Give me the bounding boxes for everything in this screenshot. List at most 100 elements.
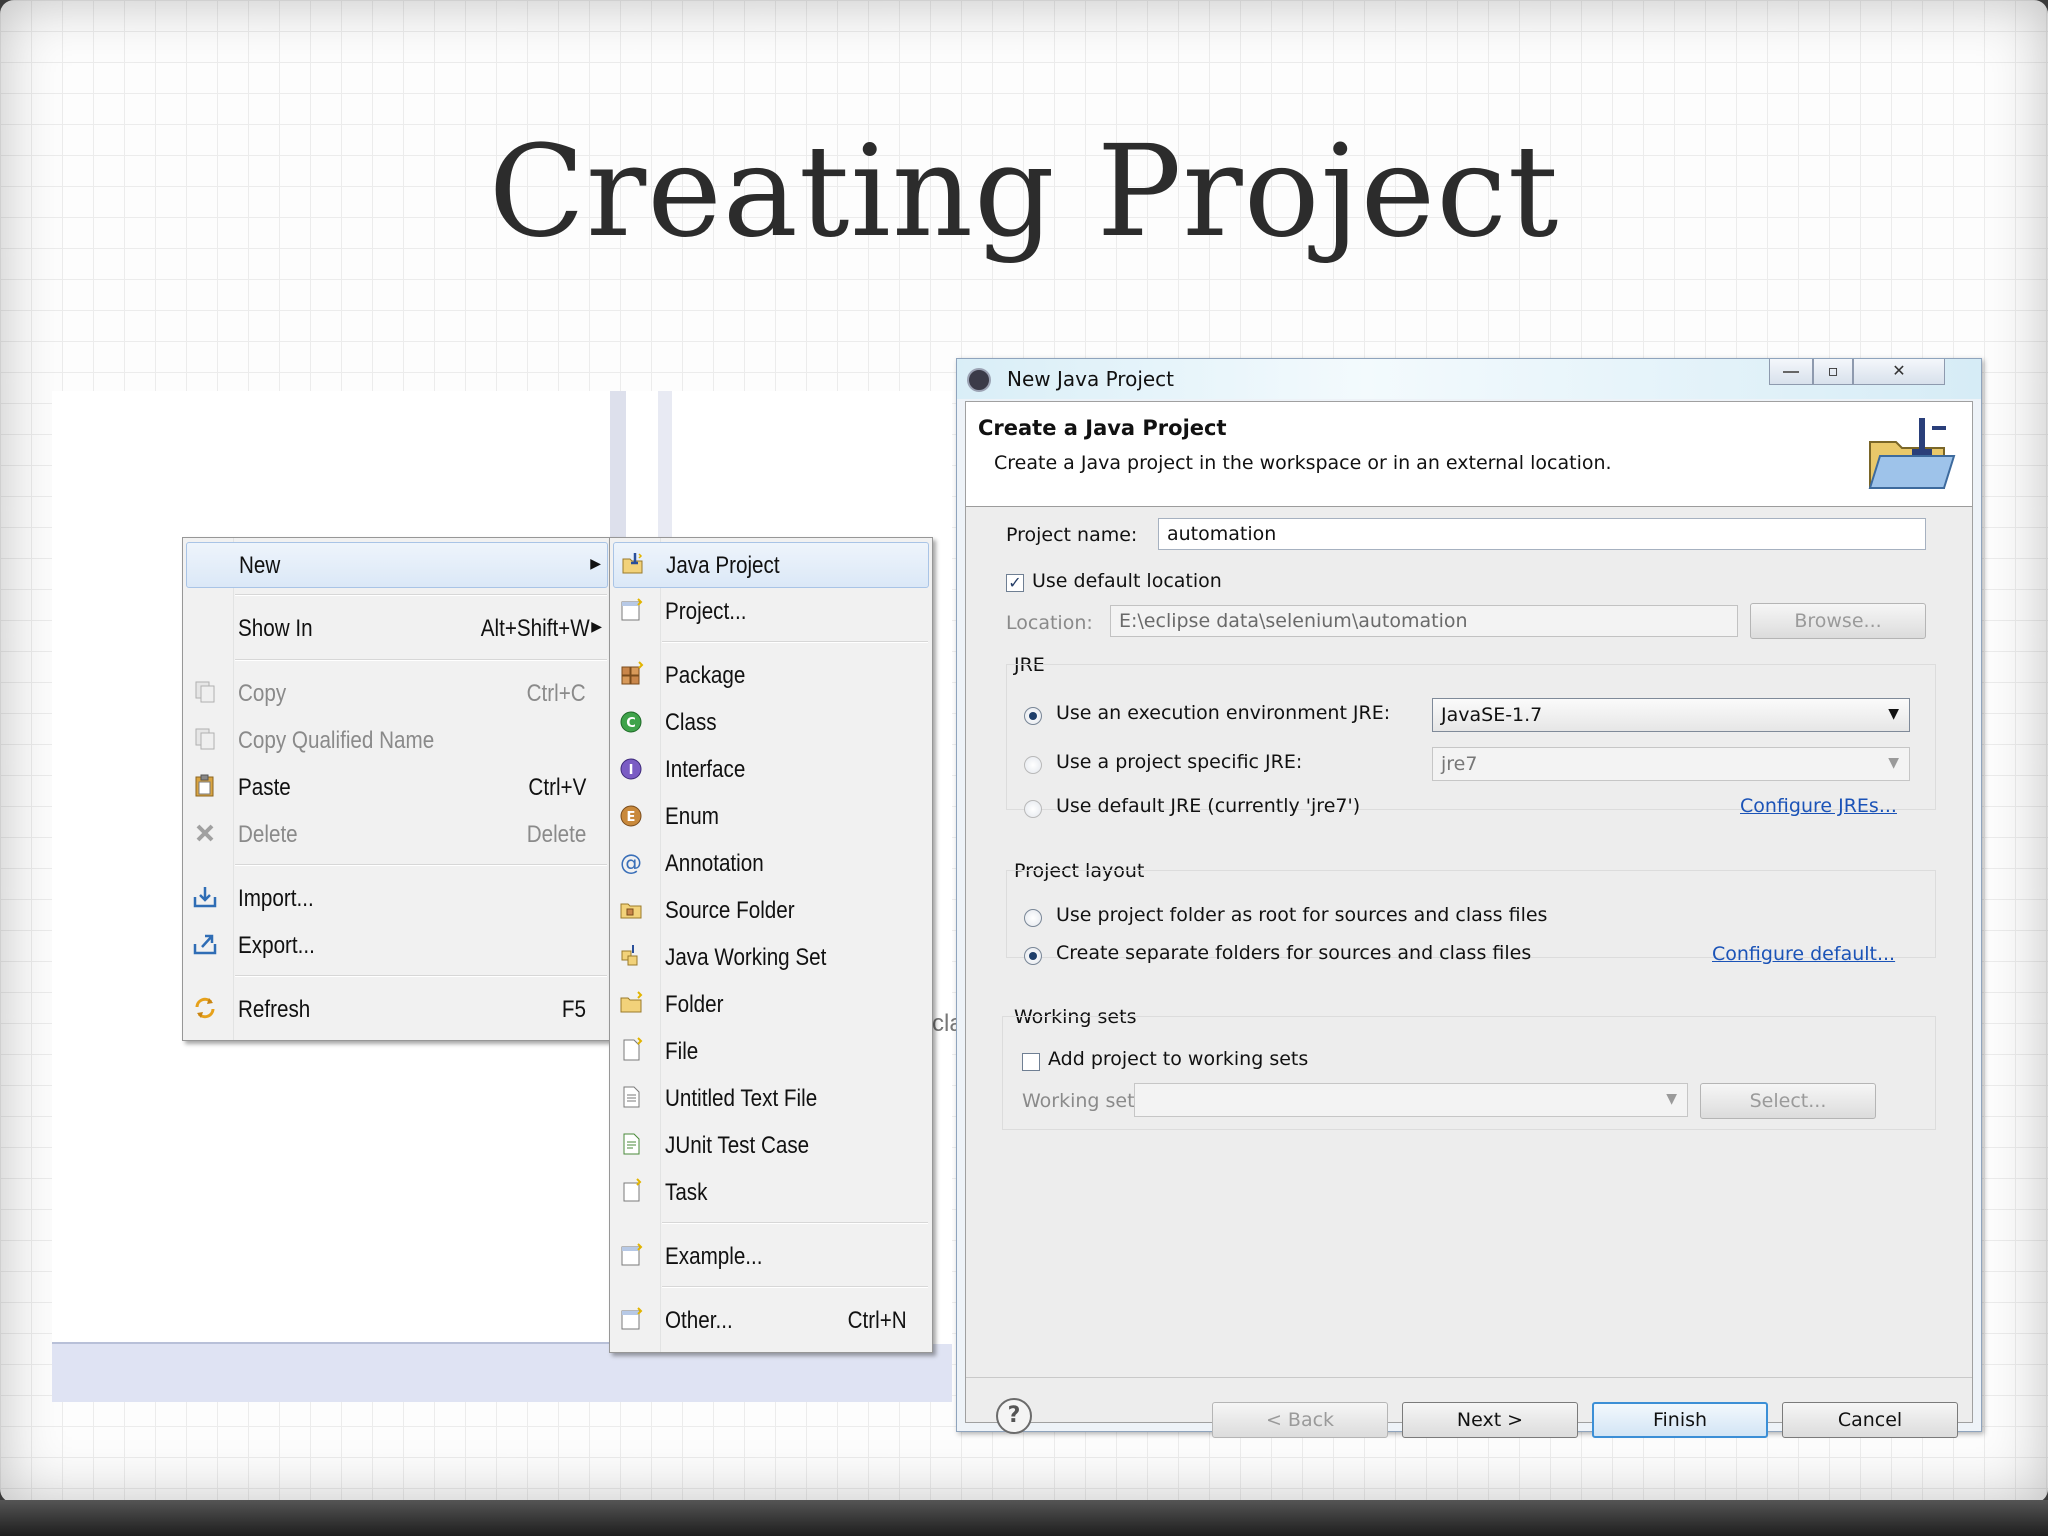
select-working-sets-button[interactable]: Select... (1700, 1083, 1876, 1119)
menu-item-label: JUnit Test Case (665, 1132, 810, 1159)
svg-text:I: I (629, 763, 634, 778)
menu-item-package[interactable]: Package (613, 653, 929, 697)
other-icon (621, 1307, 643, 1330)
menu-separator (235, 975, 607, 977)
jre-default-radio[interactable] (1024, 800, 1042, 818)
menu-item-import[interactable]: Import... (186, 876, 608, 920)
menu-separator (662, 1286, 928, 1288)
back-button[interactable]: < Back (1212, 1402, 1388, 1438)
jre-execution-environment-radio[interactable] (1024, 707, 1042, 725)
add-to-working-sets-label: Add project to working sets (1048, 1048, 1309, 1070)
menu-item-label: Annotation (665, 850, 764, 877)
close-icon: ✕ (1892, 361, 1906, 380)
location-label: Location: (1006, 612, 1093, 634)
menu-item-enum[interactable]: E Enum (613, 794, 929, 838)
menu-item-task[interactable]: Task (613, 1170, 929, 1214)
menu-item-new[interactable]: New ▶ (186, 542, 608, 588)
menu-item-label: Project... (665, 598, 747, 625)
execution-environment-select[interactable]: JavaSE-1.7 ▼ (1432, 698, 1910, 732)
explorer-divider (610, 391, 626, 541)
menu-item-example[interactable]: Example... (613, 1234, 929, 1278)
example-icon (621, 1243, 643, 1266)
svg-text:@: @ (620, 851, 642, 875)
menu-item-file[interactable]: File (613, 1029, 929, 1073)
configure-jres-link[interactable]: Configure JREs... (1740, 795, 1897, 817)
menu-separator (235, 659, 607, 661)
slide-bottom-bar (0, 1500, 2048, 1536)
menu-item-other[interactable]: Other... Ctrl+N (613, 1298, 929, 1342)
menu-item-label: Show In (238, 615, 313, 642)
project-specific-jre-select[interactable]: jre7 ▼ (1432, 747, 1910, 781)
chevron-down-icon: ▼ (1888, 755, 1899, 771)
project-icon (621, 598, 643, 621)
restore-icon: ▫ (1827, 361, 1839, 380)
layout-separate-folders-radio[interactable] (1024, 947, 1042, 965)
menu-item-show-in[interactable]: Show In Alt+Shift+W ▶ (186, 606, 608, 650)
menu-item-copy-qualified-name[interactable]: Copy Qualified Name (186, 718, 608, 762)
menu-item-junit-test-case[interactable]: JUnit Test Case (613, 1123, 929, 1167)
menu-item-label: Task (665, 1179, 708, 1206)
menu-item-source-folder[interactable]: Source Folder (613, 888, 929, 932)
eclipse-icon (967, 368, 991, 392)
menu-item-label: Class (665, 709, 717, 736)
menu-item-annotation[interactable]: @ Annotation (613, 841, 929, 885)
explorer-divider (658, 391, 672, 541)
menu-item-untitled-text-file[interactable]: Untitled Text File (613, 1076, 929, 1120)
untitled-text-file-icon (623, 1086, 640, 1108)
menu-item-project[interactable]: Project... (613, 589, 929, 633)
use-default-location-label: Use default location (1032, 570, 1222, 592)
maximize-button[interactable]: ▫ (1813, 359, 1853, 385)
menu-item-interface[interactable]: I Interface (613, 747, 929, 791)
working-sets-select[interactable]: ▼ (1134, 1083, 1688, 1117)
project-name-field[interactable]: automation (1158, 518, 1926, 550)
menu-item-refresh[interactable]: Refresh F5 (186, 987, 608, 1031)
menu-separator (235, 594, 607, 596)
browse-button[interactable]: Browse... (1750, 603, 1926, 639)
close-button[interactable]: ✕ (1853, 359, 1945, 385)
menu-item-accelerator: Alt+Shift+W (481, 615, 590, 642)
jre-execution-environment-label: Use an execution environment JRE: (1056, 702, 1391, 724)
execution-environment-value: JavaSE-1.7 (1441, 704, 1543, 726)
menu-item-accelerator: Ctrl+V (528, 774, 586, 801)
menu-item-class[interactable]: C Class (613, 700, 929, 744)
layout-separate-folders-label: Create separate folders for sources and … (1056, 942, 1532, 964)
menu-item-java-working-set[interactable]: Java Working Set (613, 935, 929, 979)
dialog-titlebar[interactable]: New Java Project ▫ ✕ (957, 359, 1981, 399)
location-field[interactable]: E:\eclipse data\selenium\automation (1110, 605, 1738, 637)
cancel-button[interactable]: Cancel (1782, 1402, 1958, 1438)
import-icon (193, 887, 217, 908)
use-default-location-checkbox[interactable]: ✓ (1006, 574, 1024, 592)
finish-button[interactable]: Finish (1592, 1402, 1768, 1438)
configure-default-link[interactable]: Configure default... (1712, 943, 1895, 965)
interface-icon: I (620, 758, 642, 780)
menu-item-export[interactable]: Export... (186, 923, 608, 967)
jre-project-specific-label: Use a project specific JRE: (1056, 751, 1303, 773)
menu-item-label: Interface (665, 756, 746, 783)
add-to-working-sets-checkbox[interactable] (1022, 1053, 1040, 1071)
menu-item-label: New (239, 552, 281, 579)
java-project-icon (622, 553, 643, 574)
menu-item-folder[interactable]: Folder (613, 982, 929, 1026)
menu-item-paste[interactable]: Paste Ctrl+V (186, 765, 608, 809)
next-button[interactable]: Next > (1402, 1402, 1578, 1438)
menu-item-label: Untitled Text File (665, 1085, 818, 1112)
file-icon (623, 1037, 643, 1061)
minimize-button[interactable] (1769, 359, 1813, 385)
menu-item-label: Other... (665, 1307, 733, 1334)
help-icon[interactable]: ? (996, 1398, 1032, 1434)
context-menu: New ▶ Show In Alt+Shift+W ▶ Copy Ctrl+C … (182, 537, 612, 1041)
menu-item-accelerator: Delete (526, 821, 586, 848)
refresh-icon (195, 997, 215, 1019)
menu-item-delete[interactable]: Delete Delete (186, 812, 608, 856)
paste-icon (195, 774, 214, 797)
menu-item-label: Paste (238, 774, 291, 801)
menu-separator (662, 1222, 928, 1224)
menu-item-label: Example... (665, 1243, 763, 1270)
menu-item-copy[interactable]: Copy Ctrl+C (186, 671, 608, 715)
menu-separator (235, 864, 607, 866)
wizard-description: Create a Java project in the workspace o… (994, 452, 1612, 474)
layout-project-folder-radio[interactable] (1024, 909, 1042, 927)
project-name-label: Project name: (1006, 524, 1138, 546)
menu-item-java-project[interactable]: Java Project (613, 542, 929, 588)
jre-project-specific-radio[interactable] (1024, 756, 1042, 774)
